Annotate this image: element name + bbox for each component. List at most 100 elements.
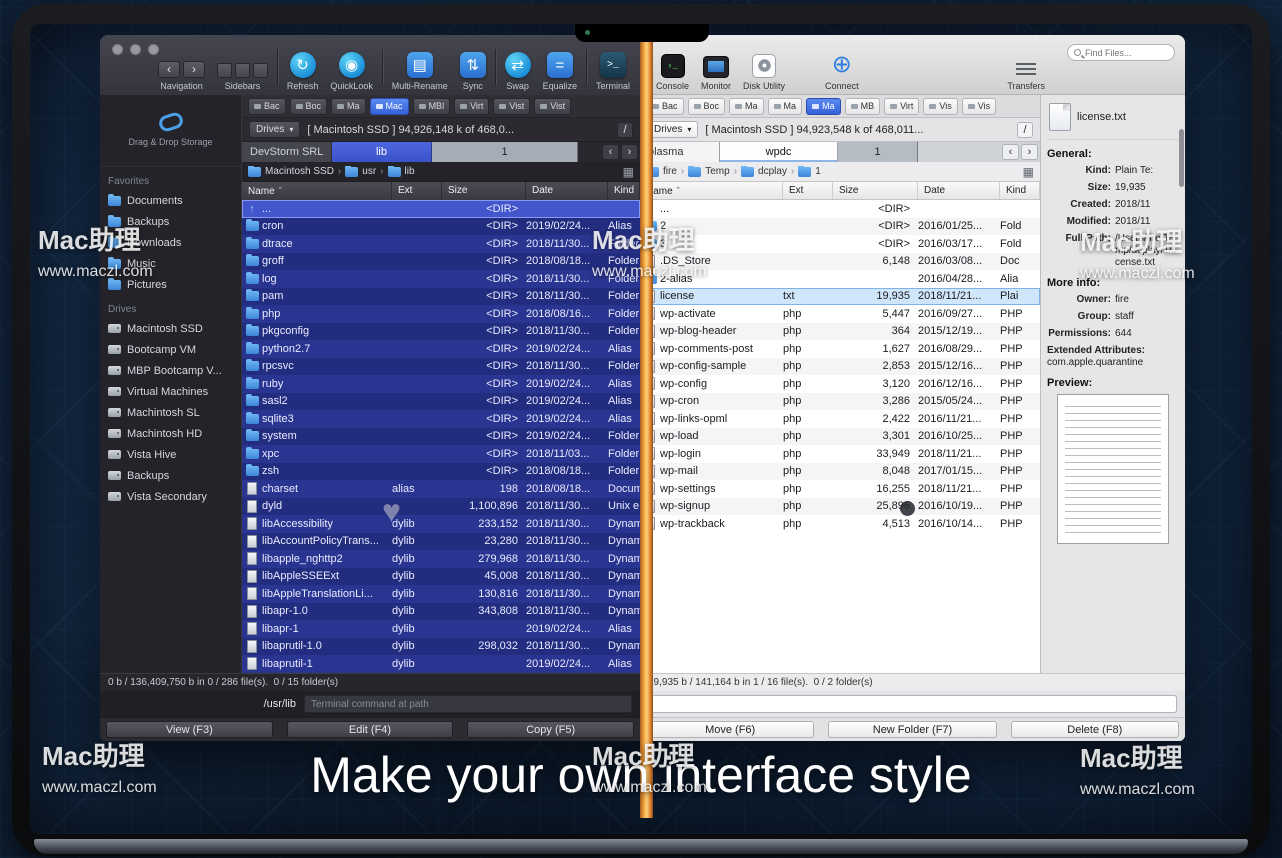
toolbar-navigation[interactable]: ‹ › Navigation <box>152 43 211 91</box>
column-header-kind[interactable]: Kind <box>1000 182 1040 199</box>
terminal-command-input[interactable] <box>304 695 632 713</box>
left-drive-button-virt[interactable]: Virt <box>454 98 489 115</box>
column-header-date[interactable]: Date <box>918 182 1000 199</box>
history-back-icon[interactable]: ‹ <box>602 144 619 160</box>
right-crumb-temp[interactable]: Temp <box>688 166 729 177</box>
column-header-ext[interactable]: Ext <box>783 182 833 199</box>
column-header-name[interactable]: Nameˆ <box>640 182 783 199</box>
file-row-wp-links-opml[interactable]: wp-links-opmlphp2,4222016/11/21...PHP <box>640 410 1040 428</box>
file-row-cron[interactable]: cron<DIR>2019/02/24...Alias <box>242 218 640 236</box>
file-row-wp-blog-header[interactable]: wp-blog-headerphp3642015/12/19...PHP <box>640 323 1040 341</box>
file-row-libapr-1-0[interactable]: libapr-1.0dylib343,8082018/11/30...Dynam <box>242 603 640 621</box>
file-row-system[interactable]: system<DIR>2019/02/24...Folder <box>242 428 640 446</box>
right-drive-button-vis[interactable]: Vis <box>923 98 957 115</box>
file-row-groff[interactable]: groff<DIR>2018/08/18...Folder <box>242 253 640 271</box>
left-button-edit-f4[interactable]: Edit (F4) <box>287 721 454 738</box>
path-command-input[interactable] <box>648 695 1177 713</box>
find-files-search[interactable] <box>1067 44 1175 61</box>
back-icon[interactable]: ‹ <box>158 61 180 78</box>
drag-drop-storage[interactable]: Drag & Drop Storage <box>100 95 241 167</box>
drives-dropdown[interactable]: Drives ▾ <box>249 121 300 138</box>
right-drive-button-boc[interactable]: Boc <box>688 98 726 115</box>
sidebar-layout-icon[interactable] <box>217 63 232 78</box>
file-row-dtrace[interactable]: dtrace<DIR>2018/11/30...Folder <box>242 235 640 253</box>
right-button-new-folder-f7[interactable]: New Folder (F7) <box>828 721 996 738</box>
right-crumb-dcplay[interactable]: dcplay <box>741 166 787 177</box>
file-row-wp-trackback[interactable]: wp-trackbackphp4,5132016/10/14...PHP <box>640 515 1040 533</box>
sidebar-layout-icon[interactable] <box>235 63 250 78</box>
column-header-size[interactable]: Size <box>833 182 918 199</box>
right-drive-button-vis[interactable]: Vis <box>962 98 996 115</box>
view-grid-icon[interactable]: ▦ <box>1023 165 1034 179</box>
traffic-lights[interactable] <box>112 44 159 55</box>
file-row-libaccessibility[interactable]: libAccessibilitydylib233,1522018/11/30..… <box>242 515 640 533</box>
right-drive-button-ma[interactable]: Ma <box>768 98 803 115</box>
left-drive-button-vist[interactable]: Vist <box>534 98 571 115</box>
toolbar-equalize[interactable]: = Equalize <box>537 43 584 91</box>
file-row-wp-signup[interactable]: wp-signupphp25,8962016/10/19...PHP <box>640 498 1040 516</box>
column-header-kind[interactable]: Kind <box>608 182 640 200</box>
left-tab-lib[interactable]: lib <box>332 142 432 162</box>
right-drive-button-ma[interactable]: Ma <box>729 98 764 115</box>
file-row-sasl2[interactable]: sasl2<DIR>2019/02/24...Alias <box>242 393 640 411</box>
file-row-libapple-nghttp2[interactable]: libapple_nghttp2dylib279,9682018/11/30..… <box>242 550 640 568</box>
file-row-zsh[interactable]: zsh<DIR>2018/08/18...Folder <box>242 463 640 481</box>
file-row-item[interactable]: ↑...<DIR> <box>242 200 640 218</box>
history-forward-icon[interactable]: › <box>621 144 638 160</box>
search-input[interactable] <box>1085 48 1168 58</box>
toolbar-transfers[interactable]: Transfers <box>1001 43 1051 91</box>
file-row-ruby[interactable]: ruby<DIR>2019/02/24...Alias <box>242 375 640 393</box>
close-window-button[interactable] <box>112 44 123 55</box>
file-row-libapr-1[interactable]: libapr-1dylib2019/02/24...Alias <box>242 620 640 638</box>
toolbar-quicklook[interactable]: ◉ QuickLook <box>324 43 379 91</box>
left-drive-button-mac[interactable]: Mac <box>370 98 409 115</box>
preview-thumbnail[interactable] <box>1057 394 1169 544</box>
sidebar-layout-icon[interactable] <box>253 63 268 78</box>
left-crumb-macintosh-ssd[interactable]: Macintosh SSD <box>248 166 334 177</box>
history-forward-icon[interactable]: › <box>1021 144 1038 160</box>
right-tab-1[interactable]: 1 <box>838 142 918 162</box>
column-header-size[interactable]: Size <box>442 182 526 200</box>
sidebar-drive-bootcamp-vm[interactable]: Bootcamp VM <box>100 339 241 360</box>
sidebar-drive-macintosh-ssd[interactable]: Macintosh SSD <box>100 318 241 339</box>
file-row-wp-load[interactable]: wp-loadphp3,3012016/10/25...PHP <box>640 428 1040 446</box>
sidebar-drive-mbp-bootcamp-v[interactable]: MBP Bootcamp V... <box>100 360 241 381</box>
right-tab-wpdc[interactable]: wpdc <box>720 142 838 162</box>
toolbar-sync[interactable]: ⇅ Sync <box>454 43 492 91</box>
file-row-libaprutil-1[interactable]: libaprutil-1dylib2019/02/24...Alias <box>242 655 640 673</box>
sidebar-drive-vista-hive[interactable]: Vista Hive <box>100 444 241 465</box>
minimize-window-button[interactable] <box>130 44 141 55</box>
file-row-log[interactable]: log<DIR>2018/11/30...Folder <box>242 270 640 288</box>
left-drive-button-mbl[interactable]: MBl <box>413 98 451 115</box>
left-tab-devstorm-srl[interactable]: DevStorm SRL <box>242 142 332 162</box>
file-row-rpcsvc[interactable]: rpcsvc<DIR>2018/11/30...Folder <box>242 358 640 376</box>
file-row-item[interactable]: ↑...<DIR> <box>640 200 1040 218</box>
file-row-wp-config-sample[interactable]: wp-config-samplephp2,8532015/12/16...PHP <box>640 358 1040 376</box>
sidebar-drive-backups[interactable]: Backups <box>100 465 241 486</box>
toolbar-connect[interactable]: ⊕ Connect <box>819 43 865 91</box>
file-row-charset[interactable]: charsetalias1982018/08/18...Docum <box>242 480 640 498</box>
file-row-wp-config[interactable]: wp-configphp3,1202016/12/16...PHP <box>640 375 1040 393</box>
forward-icon[interactable]: › <box>183 61 205 78</box>
file-row-xpc[interactable]: xpc<DIR>2018/11/03...Folder <box>242 445 640 463</box>
toolbar-refresh[interactable]: ↻ Refresh <box>281 43 325 91</box>
left-drive-button-boc[interactable]: Boc <box>290 98 328 115</box>
inspector-scrollbar[interactable] <box>1179 129 1184 187</box>
file-row-wp-comments-post[interactable]: wp-comments-postphp1,6272016/08/29...PHP <box>640 340 1040 358</box>
file-row-php[interactable]: php<DIR>2018/08/16...Folder <box>242 305 640 323</box>
file-row-libaccountpolicytrans[interactable]: libAccountPolicyTrans...dylib23,2802018/… <box>242 533 640 551</box>
file-row-wp-settings[interactable]: wp-settingsphp16,2552018/11/21...PHP <box>640 480 1040 498</box>
right-drive-button-virt[interactable]: Virt <box>884 98 919 115</box>
toolbar-sidebars[interactable]: Sidebars <box>211 43 274 91</box>
toolbar-console[interactable]: ›_ Console <box>650 43 695 91</box>
column-header-date[interactable]: Date <box>526 182 608 200</box>
right-drive-button-ma[interactable]: Ma <box>806 98 841 115</box>
left-drive-button-bac[interactable]: Bac <box>248 98 286 115</box>
file-row-license[interactable]: licensetxt19,9352018/11/21...Plai <box>640 288 1040 306</box>
drives-dropdown[interactable]: Drives ▾ <box>647 121 698 138</box>
toolbar-monitor[interactable]: Monitor <box>695 43 737 91</box>
toolbar-swap[interactable]: ⇄ Swap <box>499 43 537 91</box>
zoom-window-button[interactable] <box>148 44 159 55</box>
file-row-pam[interactable]: pam<DIR>2018/11/30...Folder <box>242 288 640 306</box>
right-drive-button-mb[interactable]: MB <box>845 98 881 115</box>
